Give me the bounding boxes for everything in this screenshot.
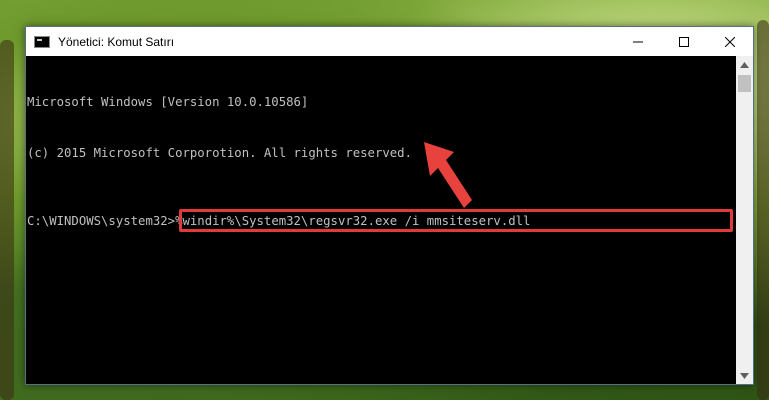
console-line: (c) 2015 Microsoft Corporotion. All righ… bbox=[27, 146, 412, 160]
vertical-scrollbar[interactable] bbox=[736, 56, 753, 384]
minimize-icon bbox=[633, 41, 643, 42]
red-pointer-arrow-icon bbox=[424, 142, 472, 208]
close-icon bbox=[725, 36, 735, 47]
cmd-app-icon bbox=[34, 35, 50, 48]
command-prompt-window[interactable]: Yönetici: Komut Satırı Microsoft Windows… bbox=[25, 26, 754, 385]
maximize-icon bbox=[679, 36, 689, 47]
close-button[interactable] bbox=[707, 27, 753, 56]
window-controls bbox=[615, 27, 753, 56]
scroll-up-button[interactable] bbox=[736, 56, 753, 73]
prompt-text: C:\WINDOWS\system32> bbox=[27, 214, 176, 228]
window-title: Yönetici: Komut Satırı bbox=[58, 34, 175, 49]
background-tree bbox=[0, 40, 14, 400]
title-bar[interactable]: Yönetici: Komut Satırı bbox=[26, 27, 753, 56]
maximize-button[interactable] bbox=[661, 27, 707, 56]
console-line: Microsoft Windows [Version 10.0.10586] bbox=[27, 95, 309, 109]
chevron-down-icon bbox=[740, 372, 749, 379]
minimize-button[interactable] bbox=[615, 27, 661, 56]
scroll-down-button[interactable] bbox=[736, 367, 753, 384]
scroll-thumb[interactable] bbox=[738, 75, 751, 92]
console-output[interactable]: Microsoft Windows [Version 10.0.10586] (… bbox=[26, 56, 736, 384]
command-line[interactable]: C:\WINDOWS\system32>%windir%\System32\re… bbox=[27, 209, 736, 232]
chevron-up-icon bbox=[740, 61, 749, 68]
background-tree bbox=[757, 20, 769, 400]
